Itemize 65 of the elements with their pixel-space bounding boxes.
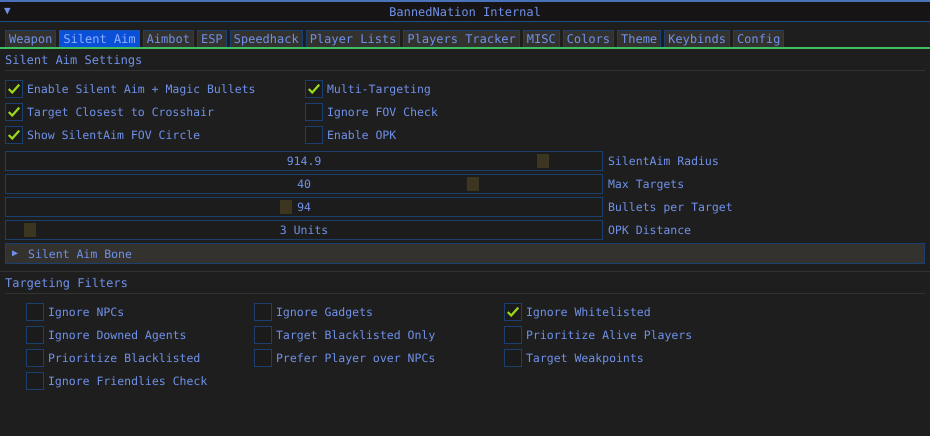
checkbox-label: Target Closest to Crosshair	[27, 105, 214, 119]
checkbox[interactable]	[254, 349, 272, 367]
section-title: Targeting Filters	[5, 272, 925, 294]
checkbox[interactable]	[504, 303, 522, 321]
checkbox-label: Enable Silent Aim + Magic Bullets	[27, 82, 256, 96]
slider[interactable]: 914.9	[5, 151, 603, 171]
section-title: Silent Aim Settings	[5, 49, 925, 71]
tab[interactable]: Theme	[617, 30, 662, 47]
checkbox-label: Enable OPK	[327, 128, 396, 142]
slider-label: SilentAim Radius	[608, 154, 719, 168]
tab[interactable]: MISC	[522, 30, 560, 47]
checkbox[interactable]	[305, 80, 323, 98]
slider-thumb[interactable]	[537, 154, 550, 168]
checkbox[interactable]	[26, 303, 44, 321]
checkbox[interactable]	[254, 303, 272, 321]
collapse-arrow[interactable]: ▼	[4, 4, 11, 17]
slider[interactable]: 3 Units	[5, 220, 603, 240]
tab[interactable]: Aimbot	[142, 30, 194, 47]
tab[interactable]: Speedhack	[230, 30, 303, 47]
collapsing-header[interactable]: ▶ Silent Aim Bone	[5, 243, 925, 264]
tab[interactable]: ESP	[196, 30, 227, 47]
slider-thumb[interactable]	[24, 223, 36, 237]
window-title: BannedNation Internal	[389, 4, 541, 18]
tab[interactable]: Colors	[562, 30, 614, 47]
checkbox-label: Show SilentAim FOV Circle	[27, 128, 200, 142]
checkbox-label: Target Weakpoints	[526, 351, 644, 365]
slider-thumb[interactable]	[280, 200, 292, 214]
slider-label: OPK Distance	[608, 223, 692, 237]
checkbox-label: Ignore Friendlies Check	[48, 374, 208, 388]
checkbox[interactable]	[254, 326, 272, 344]
slider-value: 3 Units	[280, 223, 328, 237]
checkbox-label: Target Blacklisted Only	[276, 328, 436, 342]
checkbox-label: Prioritize Blacklisted	[48, 351, 200, 365]
checkbox[interactable]	[305, 126, 323, 144]
tab[interactable]: Silent Aim	[59, 30, 140, 47]
slider[interactable]: 94	[5, 197, 603, 217]
checkbox-label: Prefer Player over NPCs	[276, 351, 436, 365]
checkbox-label: Ignore Downed Agents	[48, 328, 186, 342]
checkbox[interactable]	[26, 326, 44, 344]
slider-label: Bullets per Target	[608, 200, 733, 214]
checkbox[interactable]	[5, 80, 23, 98]
checkbox-label: Multi-Targeting	[327, 82, 431, 96]
slider-value: 94	[297, 200, 311, 214]
tab[interactable]: Player Lists	[306, 30, 400, 47]
slider-thumb[interactable]	[467, 177, 480, 191]
slider-label: Max Targets	[608, 177, 684, 191]
checkbox-label: Ignore NPCs	[48, 305, 124, 319]
slider[interactable]: 40	[5, 174, 603, 194]
checkbox[interactable]	[305, 103, 323, 121]
checkbox[interactable]	[26, 349, 44, 367]
checkbox-label: Ignore Whitelisted	[526, 305, 651, 319]
tab[interactable]: Config	[732, 30, 784, 47]
checkbox-label: Prioritize Alive Players	[526, 328, 692, 342]
checkbox-label: Ignore Gadgets	[276, 305, 373, 319]
tab[interactable]: Players Tracker	[403, 30, 520, 47]
tab[interactable]: Keybinds	[664, 30, 730, 47]
checkbox-label: Ignore FOV Check	[327, 105, 438, 119]
tab[interactable]: Weapon	[5, 30, 56, 47]
checkbox[interactable]	[5, 126, 23, 144]
slider-value: 914.9	[286, 154, 322, 168]
checkbox[interactable]	[504, 326, 522, 344]
checkbox[interactable]	[504, 349, 522, 367]
checkbox[interactable]	[26, 372, 44, 390]
checkbox[interactable]	[5, 103, 23, 121]
slider-value: 40	[297, 177, 311, 191]
